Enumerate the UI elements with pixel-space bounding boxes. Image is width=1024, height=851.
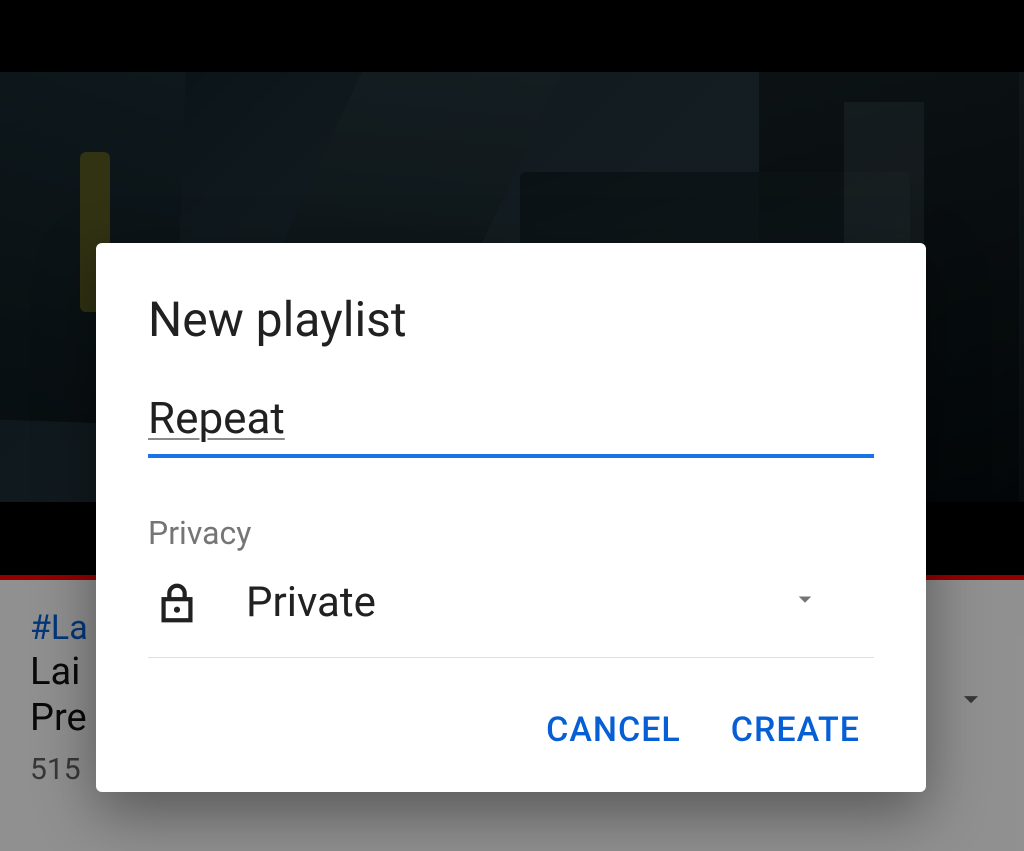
dialog-title: New playlist	[148, 291, 874, 348]
dropdown-caret-icon	[790, 584, 820, 618]
cancel-button[interactable]: CANCEL	[538, 700, 689, 760]
lock-icon	[154, 580, 200, 626]
privacy-dropdown[interactable]: Private	[148, 556, 874, 658]
dialog-actions: CANCEL CREATE	[148, 700, 874, 770]
playlist-title-input[interactable]	[148, 392, 874, 458]
privacy-label: Privacy	[148, 514, 874, 552]
create-button[interactable]: CREATE	[723, 700, 868, 760]
app-root: #La Lai Pre 515 New playlist Privacy Pri…	[0, 0, 1024, 851]
privacy-value: Private	[246, 578, 376, 627]
new-playlist-dialog: New playlist Privacy Private CANCEL CREA…	[96, 243, 926, 792]
